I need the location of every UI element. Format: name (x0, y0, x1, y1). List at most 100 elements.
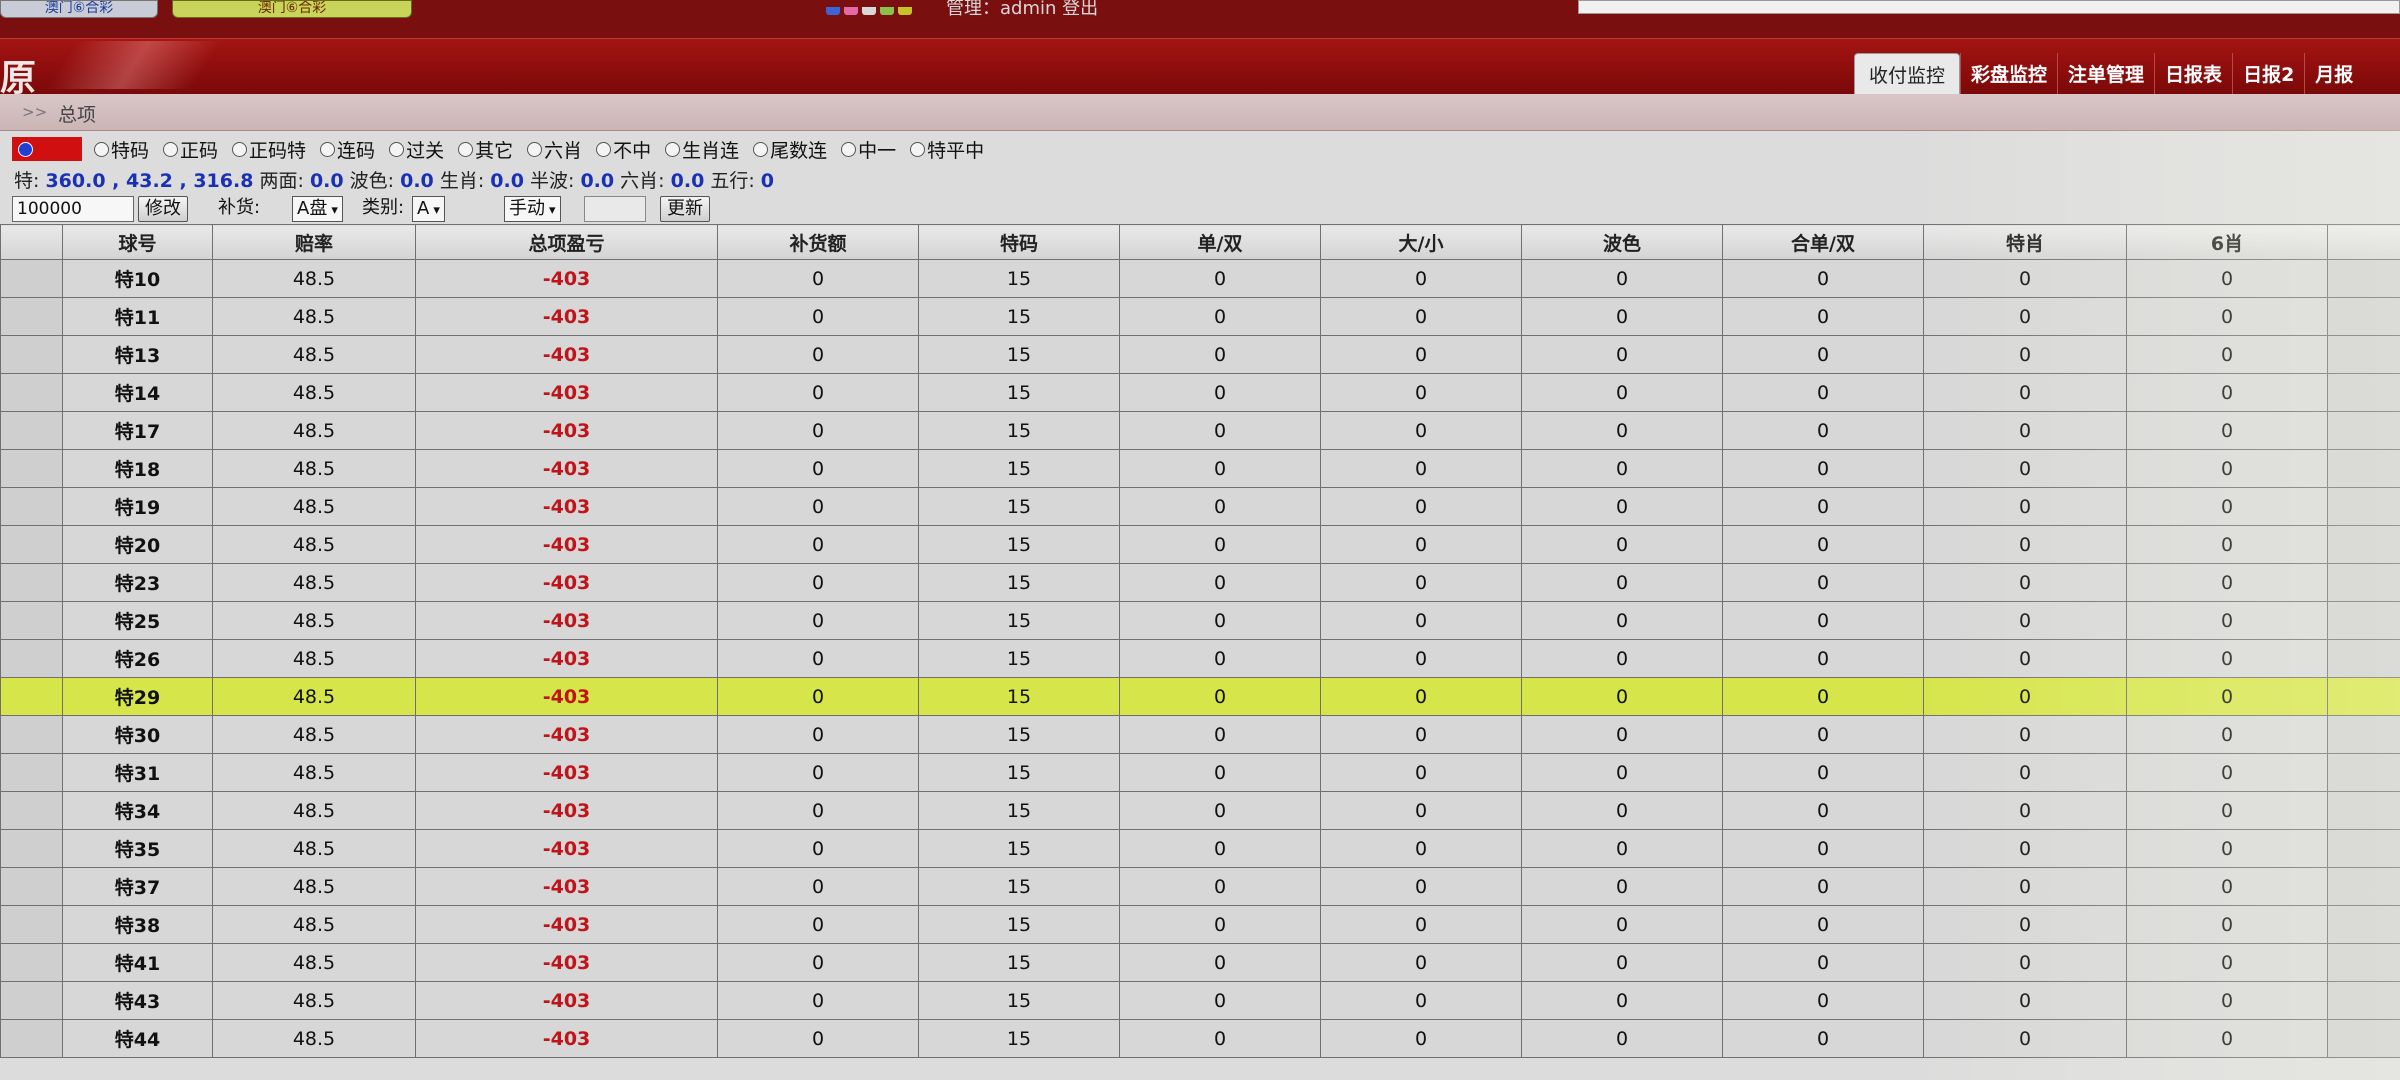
radio-icon[interactable] (910, 141, 926, 157)
option-item[interactable]: 其它 (458, 136, 513, 163)
table-row[interactable]: 特19 48.5 -403 0 15 0 0 0 0 0 0 (0, 487, 2400, 526)
amount-input[interactable]: 100000 (12, 196, 134, 222)
table-row[interactable]: 特37 48.5 -403 0 15 0 0 0 0 0 0 (0, 867, 2400, 906)
table-row[interactable]: 特23 48.5 -403 0 15 0 0 0 0 0 0 (0, 563, 2400, 602)
radio-selected-icon[interactable] (18, 141, 33, 157)
table-row[interactable]: 特20 48.5 -403 0 15 0 0 0 0 0 0 (0, 525, 2400, 564)
tab-3[interactable]: 日报表 (2154, 53, 2232, 95)
lottery-switch-button-left[interactable]: 澳门⑥合彩 (0, 0, 158, 18)
cell-buhuo[interactable]: 0 (717, 867, 919, 906)
table-row[interactable]: 特17 48.5 -403 0 15 0 0 0 0 0 0 (0, 411, 2400, 450)
radio-icon[interactable] (753, 141, 769, 157)
cell-buhuo[interactable]: 0 (717, 715, 919, 754)
theme-dot[interactable] (898, 7, 912, 15)
cell-liuxiao: 0 (2126, 335, 2328, 374)
cell-buhuo[interactable]: 0 (717, 335, 919, 374)
theme-dot[interactable] (862, 7, 876, 15)
interval-input[interactable] (584, 196, 646, 222)
cell-buhuo[interactable]: 0 (717, 373, 919, 412)
radio-icon[interactable] (94, 141, 109, 157)
cell-buhuo[interactable]: 0 (717, 943, 919, 982)
radio-icon[interactable] (389, 141, 405, 157)
cell-buhuo[interactable]: 0 (717, 639, 919, 678)
table-row[interactable]: 特30 48.5 -403 0 15 0 0 0 0 0 0 (0, 715, 2400, 754)
admin-logout-line[interactable]: 管理：admin 登出 (946, 0, 1098, 20)
cell-buhuo[interactable]: 0 (717, 449, 919, 488)
option-item[interactable]: 尾数连 (753, 136, 827, 163)
option-selected-total[interactable] (12, 137, 82, 161)
table-row[interactable]: 特38 48.5 -403 0 15 0 0 0 0 0 0 (0, 905, 2400, 944)
table-row[interactable]: 特18 48.5 -403 0 15 0 0 0 0 0 0 (0, 449, 2400, 488)
table-row[interactable]: 特26 48.5 -403 0 15 0 0 0 0 0 0 (0, 639, 2400, 678)
table-row[interactable]: 特31 48.5 -403 0 15 0 0 0 0 0 0 (0, 753, 2400, 792)
mode-select[interactable]: 手动 ▾ (504, 196, 561, 222)
table-row[interactable]: 特34 48.5 -403 0 15 0 0 0 0 0 0 (0, 791, 2400, 830)
cell-daxiao: 0 (1320, 943, 1522, 982)
cell-buhuo[interactable]: 0 (717, 905, 919, 944)
cell-buhuo[interactable]: 0 (717, 601, 919, 640)
row-edge-cell (0, 677, 63, 716)
option-item[interactable]: 连码 (320, 136, 375, 163)
lottery-switch-button-right[interactable]: 澳门⑥合彩 (172, 0, 412, 18)
cell-buhuo[interactable]: 0 (717, 487, 919, 526)
cell-liuxiao: 0 (2126, 943, 2328, 982)
radio-icon[interactable] (665, 141, 681, 157)
theme-dot[interactable] (826, 7, 840, 15)
option-item[interactable]: 正码 (163, 136, 218, 163)
cell-buhuo[interactable]: 0 (717, 563, 919, 602)
theme-dot[interactable] (880, 7, 894, 15)
cell-buhuo[interactable]: 0 (717, 525, 919, 564)
radio-icon[interactable] (841, 141, 857, 157)
table-row[interactable]: 特11 48.5 -403 0 15 0 0 0 0 0 0 (0, 297, 2400, 336)
cell-bose: 0 (1521, 829, 1723, 868)
radio-icon[interactable] (527, 141, 543, 157)
pan-select[interactable]: A盘 ▾ (292, 196, 343, 222)
table-row[interactable]: 特14 48.5 -403 0 15 0 0 0 0 0 0 (0, 373, 2400, 412)
cell-buhuo[interactable]: 0 (717, 753, 919, 792)
cell-buhuo[interactable]: 0 (717, 297, 919, 336)
cell-buhuo[interactable]: 0 (717, 411, 919, 450)
radio-icon[interactable] (596, 141, 612, 157)
modify-button[interactable]: 修改 (138, 196, 188, 222)
cell-buhuo[interactable]: 0 (717, 981, 919, 1020)
radio-icon[interactable] (232, 141, 248, 157)
tab-4[interactable]: 日报2 (2232, 53, 2304, 95)
top-search-input[interactable] (1578, 0, 2400, 14)
radio-icon[interactable] (458, 141, 474, 157)
cell-daxiao: 0 (1320, 905, 1522, 944)
option-item[interactable]: 中一 (841, 136, 896, 163)
cell-buhuo[interactable]: 0 (717, 1019, 919, 1058)
option-item[interactable]: 特码 (94, 136, 149, 163)
tab-2[interactable]: 注单管理 (2057, 53, 2154, 95)
table-row[interactable]: 特41 48.5 -403 0 15 0 0 0 0 0 0 (0, 943, 2400, 982)
tab-1[interactable]: 彩盘监控 (1960, 53, 2057, 95)
option-item[interactable]: 生肖连 (665, 136, 739, 163)
row-edge-cell (0, 335, 63, 374)
table-row[interactable]: 特35 48.5 -403 0 15 0 0 0 0 0 0 (0, 829, 2400, 868)
cell-buhuo[interactable]: 0 (717, 829, 919, 868)
option-item[interactable]: 不中 (596, 136, 651, 163)
table-row[interactable]: 特25 48.5 -403 0 15 0 0 0 0 0 0 (0, 601, 2400, 640)
tab-0[interactable]: 收付监控 (1854, 53, 1961, 96)
cell-ball: 特18 (62, 449, 213, 488)
cell-buhuo[interactable]: 0 (717, 259, 919, 298)
radio-icon[interactable] (320, 141, 336, 157)
table-row[interactable]: 特10 48.5 -403 0 15 0 0 0 0 0 0 (0, 259, 2400, 298)
cell-buhuo[interactable]: 0 (717, 791, 919, 830)
table-row[interactable]: 特44 48.5 -403 0 15 0 0 0 0 0 0 (0, 1019, 2400, 1058)
theme-dot[interactable] (844, 7, 858, 15)
table-row[interactable]: 特13 48.5 -403 0 15 0 0 0 0 0 0 (0, 335, 2400, 374)
type-select[interactable]: A ▾ (412, 196, 445, 222)
tab-5[interactable]: 月报 (2304, 53, 2363, 95)
update-button[interactable]: 更新 (660, 196, 710, 222)
option-item[interactable]: 正码特 (232, 136, 306, 163)
cell-buhuo[interactable]: 0 (717, 677, 919, 716)
option-item[interactable]: 特平中 (910, 136, 984, 163)
table-row[interactable]: 特43 48.5 -403 0 15 0 0 0 0 0 0 (0, 981, 2400, 1020)
row-edge-cell (0, 715, 63, 754)
option-item[interactable]: 过关 (389, 136, 444, 163)
table-row[interactable]: 特29 48.5 -403 0 15 0 0 0 0 0 0 (0, 677, 2400, 716)
option-item[interactable]: 六肖 (527, 136, 582, 163)
theme-color-dots[interactable] (826, 0, 916, 15)
radio-icon[interactable] (163, 141, 179, 157)
